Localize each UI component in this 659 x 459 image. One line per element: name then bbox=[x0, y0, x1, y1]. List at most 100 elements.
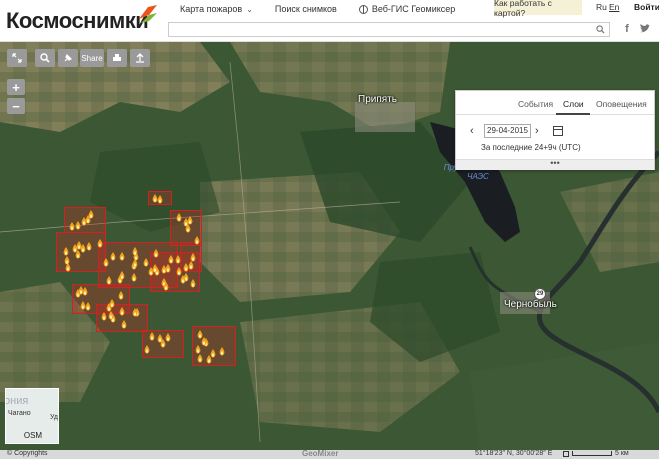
lang-ru[interactable]: Ru bbox=[596, 2, 607, 12]
flame-icon bbox=[64, 256, 70, 265]
flame-icon bbox=[188, 260, 194, 270]
map-search-button[interactable] bbox=[35, 49, 55, 67]
upload-icon bbox=[136, 53, 144, 63]
flame-icon bbox=[197, 353, 203, 363]
pin-icon bbox=[64, 53, 73, 62]
flame-icon bbox=[195, 345, 201, 354]
flame-icon bbox=[97, 239, 103, 248]
road-shield: 29 bbox=[534, 288, 546, 300]
next-date-icon[interactable]: › bbox=[535, 125, 545, 137]
date-input[interactable]: 29-04-2015 bbox=[484, 124, 531, 138]
fullscreen-icon bbox=[12, 53, 22, 63]
flame-icon bbox=[73, 244, 78, 253]
flame-icon bbox=[157, 194, 163, 204]
header: Космоснимки Карта пожаров ⌄ Поиск снимко… bbox=[0, 0, 659, 42]
flame-icon bbox=[144, 344, 150, 354]
nav-fire-map[interactable]: Карта пожаров ⌄ bbox=[180, 4, 253, 14]
flame-icon bbox=[201, 336, 206, 346]
nav-image-search-label: Поиск снимков bbox=[274, 4, 337, 14]
panel-tabs: События Слои Оповещения bbox=[456, 91, 654, 115]
flame-icon bbox=[161, 265, 167, 274]
active-tab-indicator bbox=[556, 113, 590, 115]
label-chernobyl: Чернобыль bbox=[504, 299, 557, 310]
scale-bar bbox=[572, 451, 612, 456]
copyright-link[interactable]: © Copyrights bbox=[7, 450, 48, 457]
flame-icon bbox=[160, 339, 166, 348]
search-input[interactable] bbox=[168, 22, 610, 37]
prev-date-icon[interactable]: ‹ bbox=[470, 125, 480, 137]
flame-icon bbox=[88, 210, 94, 219]
flame-icon bbox=[81, 243, 86, 253]
nav-fire-map-label: Карта пожаров bbox=[180, 4, 243, 14]
flame-icon bbox=[153, 248, 159, 258]
pin-button[interactable] bbox=[58, 49, 78, 67]
chevron-down-icon: ⌄ bbox=[246, 4, 253, 14]
flame-icon bbox=[190, 252, 196, 262]
tab-layers[interactable]: Слои bbox=[563, 99, 584, 109]
flame-icon bbox=[150, 332, 155, 341]
basemap-switcher[interactable]: ония Чагано Уд OSM bbox=[5, 388, 59, 444]
flame-icon bbox=[190, 278, 196, 288]
logo[interactable]: Космоснимки bbox=[6, 8, 149, 34]
panel-collapse-handle[interactable]: ••• bbox=[456, 159, 654, 170]
scale-label: 5 км bbox=[615, 450, 629, 457]
flame-icon bbox=[176, 213, 182, 222]
print-button[interactable] bbox=[107, 49, 127, 67]
flame-icon bbox=[119, 252, 125, 261]
nav-image-search[interactable]: Поиск снимков bbox=[275, 4, 337, 14]
export-button[interactable] bbox=[130, 49, 150, 67]
login-link[interactable]: Войти bbox=[634, 2, 659, 12]
coordinates-format-icon[interactable] bbox=[563, 451, 569, 457]
flame-icon bbox=[206, 354, 212, 364]
calendar-icon[interactable] bbox=[553, 126, 563, 136]
flame-icon bbox=[132, 308, 138, 317]
coordinates-readout[interactable]: 51°18′23″ N, 30°00′28″ E bbox=[475, 450, 552, 457]
printer-icon bbox=[113, 54, 121, 61]
date-row: ‹ 29-04-2015 › bbox=[470, 124, 563, 138]
flame-icon bbox=[86, 242, 91, 251]
search-icon[interactable] bbox=[596, 25, 605, 34]
geomixer-logo: GeoMixer bbox=[302, 449, 339, 458]
flame-icon bbox=[119, 270, 125, 280]
share-button[interactable]: Share bbox=[80, 49, 104, 67]
map-view[interactable]: Share + − Припять Чернобыль Пруд-Охладит… bbox=[0, 42, 659, 450]
flame-icon bbox=[194, 236, 199, 245]
layers-panel: События Слои Оповещения ‹ 29-04-2015 › З… bbox=[455, 90, 655, 170]
period-text: За последние 24+9ч (UTC) bbox=[481, 143, 581, 152]
flame-icon bbox=[219, 346, 225, 356]
flame-icon bbox=[78, 286, 84, 295]
flame-icon bbox=[176, 266, 182, 276]
magnifier-icon bbox=[40, 53, 50, 63]
label-pripyat: Припять bbox=[358, 94, 397, 105]
logo-mark-icon bbox=[139, 5, 157, 23]
minimap-label: OSM bbox=[23, 431, 43, 440]
minimap-text: Чагано bbox=[8, 410, 31, 417]
facebook-icon[interactable]: f bbox=[621, 23, 633, 35]
help-button[interactable]: Как работать с картой? bbox=[494, 0, 582, 18]
flame-icon bbox=[185, 224, 191, 233]
top-nav: Карта пожаров ⌄ Поиск снимков Веб-ГИС Ге… bbox=[180, 0, 477, 18]
flame-icon bbox=[168, 255, 174, 264]
flame-icon bbox=[69, 222, 74, 231]
flame-icon bbox=[131, 273, 137, 282]
tab-alerts[interactable]: Оповещения bbox=[596, 99, 647, 109]
zoom-in-button[interactable]: + bbox=[7, 79, 25, 95]
minimap-text: ония bbox=[5, 395, 29, 407]
minimap-text: Уд bbox=[50, 414, 58, 421]
nav-geomixer-label: Веб-ГИС Геомиксер bbox=[371, 4, 456, 14]
flame-icon bbox=[63, 246, 69, 256]
lang-en[interactable]: En bbox=[609, 2, 619, 12]
nav-geomixer[interactable]: Веб-ГИС Геомиксер bbox=[358, 4, 456, 14]
flame-icon bbox=[132, 247, 138, 256]
flame-icon bbox=[180, 275, 186, 284]
flame-icon bbox=[163, 281, 169, 291]
zoom-out-button[interactable]: − bbox=[7, 98, 25, 114]
flame-icon bbox=[108, 311, 114, 320]
tab-events[interactable]: События bbox=[518, 99, 553, 109]
flame-icon bbox=[121, 320, 127, 329]
flame-icon bbox=[110, 251, 116, 261]
fullscreen-button[interactable] bbox=[7, 49, 27, 67]
twitter-icon[interactable] bbox=[639, 23, 651, 35]
footer: © Copyrights GeoMixer 51°18′23″ N, 30°00… bbox=[0, 449, 659, 459]
flame-icon bbox=[152, 193, 158, 203]
